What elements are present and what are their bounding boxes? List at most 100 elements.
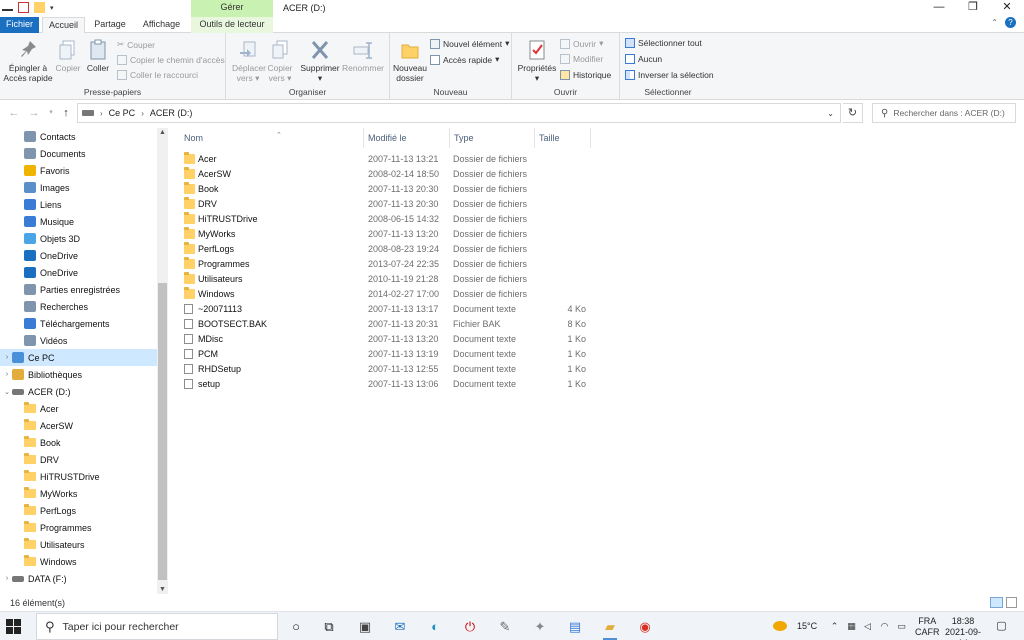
nav-item[interactable]: MyWorks [0, 485, 157, 502]
nav-item[interactable]: ⌄ ACER (D:) [0, 383, 157, 400]
nav-item[interactable]: › Bibliothèques [0, 366, 157, 383]
tab-fichier[interactable]: Fichier [0, 17, 39, 33]
paste-shortcut-button[interactable]: Coller le raccourci [117, 70, 198, 80]
address-dropdown-icon[interactable]: ⌄ [827, 109, 834, 118]
mail-icon[interactable]: ✉ [390, 617, 410, 636]
file-row[interactable]: setup 2007-11-13 13:06 Document texte 1 Ko [180, 377, 594, 392]
nav-item[interactable]: › DATA (F:) [0, 570, 157, 587]
file-row[interactable]: Acer 2007-11-13 13:21 Dossier de fichiers [180, 152, 594, 167]
file-row[interactable]: MDisc 2007-11-13 13:20 Document texte 1 Ko [180, 332, 594, 347]
nav-expand-chevron-icon[interactable]: › [2, 354, 12, 361]
nav-item[interactable]: › Ce PC [0, 349, 157, 366]
nav-item[interactable]: Parties enregistrées [0, 281, 157, 298]
select-all-button[interactable]: Sélectionner tout [625, 38, 702, 48]
file-row[interactable]: Book 2007-11-13 20:30 Dossier de fichiers [180, 182, 594, 197]
nav-item[interactable]: DRV [0, 451, 157, 468]
minimize-button[interactable]: — [922, 0, 956, 17]
nav-item[interactable]: HiTRUSTDrive [0, 468, 157, 485]
rename-button[interactable]: Renommer [340, 39, 386, 73]
edit-button[interactable]: Modifier [560, 54, 603, 64]
nav-scrollbar[interactable]: ▲ ▼ [157, 128, 168, 594]
column-header-size[interactable]: Taille [535, 128, 591, 148]
task-view-icon[interactable]: ⧉ [319, 617, 339, 636]
nav-item[interactable]: Téléchargements [0, 315, 157, 332]
nav-item[interactable]: OneDrive [0, 247, 157, 264]
file-row[interactable]: Utilisateurs 2010-11-19 21:28 Dossier de f… [180, 272, 594, 287]
nav-item[interactable]: Recherches [0, 298, 157, 315]
open-button[interactable]: Ouvrir ▾ [560, 38, 603, 49]
new-folder-qat-icon[interactable] [34, 2, 45, 13]
copy-path-button[interactable]: Copier le chemin d'accès [117, 55, 225, 65]
file-explorer-taskbar-icon[interactable]: ▰ [600, 617, 620, 640]
nav-expand-chevron-icon[interactable]: › [2, 575, 12, 582]
recent-locations-icon[interactable]: ▾ [44, 106, 58, 120]
temperature[interactable]: 15°C [797, 612, 817, 640]
tab-outils-de-lecteur[interactable]: Outils de lecteur [191, 17, 273, 33]
weather-icon[interactable] [773, 621, 787, 631]
ribbon-collapse-icon[interactable]: ⌃ [991, 18, 998, 27]
refresh-icon[interactable]: ↻ [843, 103, 863, 123]
navigation-pane[interactable]: Contacts Documents Favoris Images Liens Musiq… [0, 128, 157, 594]
tab-partage[interactable]: Partage [88, 17, 132, 33]
maximize-button[interactable]: ❐ [956, 0, 990, 17]
window-menu-icon[interactable] [2, 4, 13, 11]
breadcrumb-chevron-icon[interactable]: › [141, 109, 144, 118]
file-row[interactable]: PCM 2007-11-13 13:19 Document texte 1 Ko [180, 347, 594, 362]
back-arrow-icon[interactable]: ← [7, 106, 21, 120]
paste-button[interactable]: Coller [84, 39, 112, 73]
help-icon[interactable]: ? [1005, 17, 1016, 28]
scroll-down-icon[interactable]: ▼ [157, 586, 168, 593]
invert-selection-button[interactable]: Inverser la sélection [625, 70, 714, 80]
chrome-icon[interactable]: ◉ [635, 617, 655, 636]
nav-item[interactable]: Liens [0, 196, 157, 213]
scroll-thumb[interactable] [158, 283, 167, 580]
nav-item[interactable]: Documents [0, 145, 157, 162]
cut-button[interactable]: ✂ Couper [117, 39, 155, 50]
breadcrumb-chevron-icon[interactable]: › [100, 109, 103, 118]
nav-item[interactable]: Windows [0, 553, 157, 570]
cortana-icon[interactable]: ○ [286, 617, 306, 636]
address-bar[interactable]: › Ce PC › ACER (D:) ⌄ [77, 103, 841, 123]
easy-access-button[interactable]: Accès rapide ▾ [430, 54, 499, 65]
properties-button[interactable]: Propriétés ▾ [516, 39, 558, 83]
file-row[interactable]: MyWorks 2007-11-13 13:20 Dossier de fichie… [180, 227, 594, 242]
file-row[interactable]: HiTRUSTDrive 2008-06-15 14:32 Dossier de f… [180, 212, 594, 227]
store-icon[interactable]: ▣ [355, 617, 375, 636]
file-row[interactable]: AcerSW 2008-02-14 18:50 Dossier de fichier… [180, 167, 594, 182]
history-button[interactable]: Historique [560, 70, 611, 80]
network-icon[interactable]: ▦ [846, 621, 857, 632]
close-button[interactable]: ✕ [990, 0, 1024, 17]
taskbar-search-input[interactable]: ⚲ Taper ici pour rechercher [36, 613, 278, 640]
edge-icon[interactable]: ◐ [425, 617, 445, 636]
nav-item[interactable]: OneDrive [0, 264, 157, 281]
nav-item[interactable]: Book [0, 434, 157, 451]
large-icons-view-icon[interactable] [1006, 597, 1017, 608]
select-none-button[interactable]: Aucun [625, 54, 662, 64]
nav-item[interactable]: Contacts [0, 128, 157, 145]
details-view-icon[interactable] [990, 597, 1003, 608]
power-app-icon[interactable]: ⏻ [460, 617, 480, 636]
breadcrumb-acer[interactable]: ACER (D:) [150, 108, 193, 118]
language-indicator[interactable]: FRA CAFR [915, 616, 940, 640]
up-arrow-icon[interactable]: ↑ [59, 106, 73, 120]
forward-arrow-icon[interactable]: → [27, 106, 41, 120]
clock[interactable]: 18:38 2021-09-14 [940, 616, 986, 640]
nav-item[interactable]: Images [0, 179, 157, 196]
qat-dropdown-icon[interactable]: ▾ [50, 4, 54, 12]
nav-item[interactable]: Programmes [0, 519, 157, 536]
delete-button[interactable]: Supprimer ▾ [298, 39, 342, 83]
file-row[interactable]: RHDSetup 2007-11-13 12:55 Document texte 1 … [180, 362, 594, 377]
nav-item[interactable]: Favoris [0, 162, 157, 179]
tab-accueil[interactable]: Accueil [42, 17, 85, 34]
copy-to-button[interactable]: Copier vers ▾ [264, 39, 296, 83]
breadcrumb-ce-pc[interactable]: Ce PC [109, 108, 136, 118]
notifications-icon[interactable]: ▢ [996, 621, 1007, 632]
column-header-name[interactable]: Nom ⌃ [180, 128, 364, 148]
nav-item[interactable]: Utilisateurs [0, 536, 157, 553]
window-app-icon[interactable]: ▤ [565, 617, 585, 636]
volume-icon[interactable]: ◁ [862, 621, 873, 632]
file-row[interactable]: BOOTSECT.BAK 2007-11-13 20:31 Fichier BAK 8… [180, 317, 594, 332]
new-item-button[interactable]: Nouvel élément ▾ [430, 38, 509, 49]
nav-item[interactable]: AcerSW [0, 417, 157, 434]
search-input[interactable]: ⚲ Rechercher dans : ACER (D:) [872, 103, 1016, 123]
